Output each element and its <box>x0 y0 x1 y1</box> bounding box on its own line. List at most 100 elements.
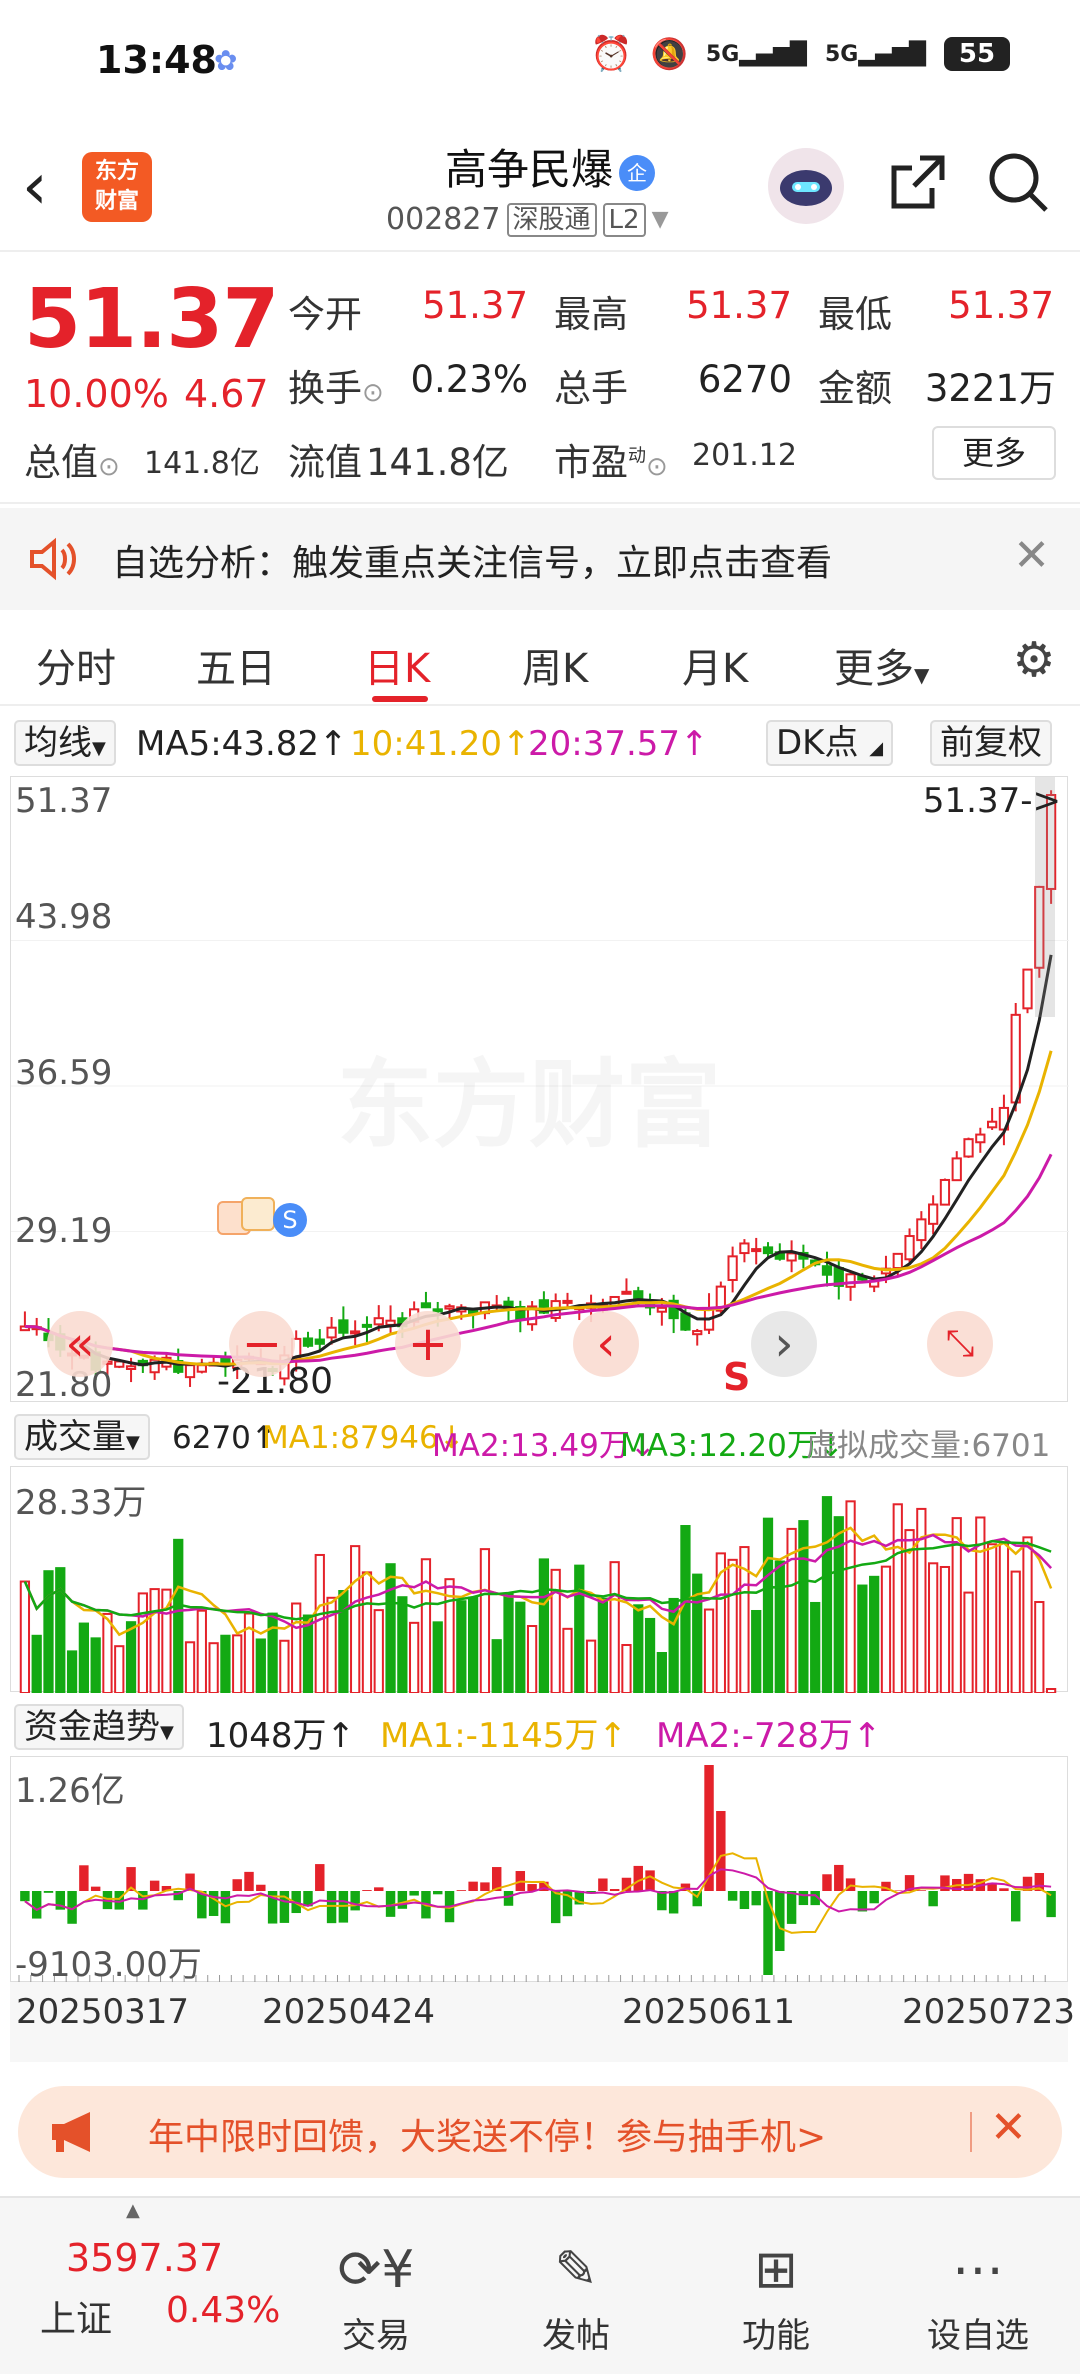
notice-text[interactable]: 自选分析：触发重点关注信号，立即点击查看 <box>112 534 832 586</box>
buy-signal-marker[interactable]: S <box>217 1197 307 1241</box>
adjust-selector[interactable]: 前复权 <box>930 720 1052 766</box>
volume-bar <box>821 1496 833 1693</box>
sell-signal-marker[interactable]: S <box>723 1355 750 1399</box>
volume-bar <box>515 1601 526 1693</box>
volume-bar <box>762 1517 774 1693</box>
zoom-out-left-icon[interactable]: « <box>47 1311 113 1377</box>
amount-value: 3221万 <box>924 367 1056 410</box>
candle <box>786 1252 797 1262</box>
fund-indicator-row: 资金趋势▼ 1048万↑ MA1:-1145万↑ MA2:-728万↑ <box>0 1702 1080 1756</box>
nav-functions[interactable]: ⊞ 功能 <box>706 2238 846 2357</box>
close-icon[interactable]: ✕ <box>990 2102 1027 2153</box>
fund-bar <box>90 1886 101 1891</box>
nav-add-watchlist[interactable]: ⋯ 设自选 <box>908 2238 1048 2357</box>
fund-ma1: MA1:-1145万↑ <box>380 1716 627 1756</box>
fund-bar <box>609 1889 620 1891</box>
volume-bar <box>90 1637 101 1693</box>
promo-text[interactable]: 年中限时回馈，大奖送不停！参与抽手机> <box>148 2108 826 2160</box>
volume-bar <box>196 1609 207 1693</box>
zoom-out-icon[interactable]: − <box>229 1311 295 1377</box>
stock-code: 002827 <box>386 202 501 237</box>
megaphone-icon <box>46 2108 106 2160</box>
tab-fenshi[interactable]: 分时 <box>36 636 116 694</box>
candle <box>373 1317 384 1326</box>
fund-bar <box>928 1891 938 1907</box>
volume-bar <box>208 1642 219 1693</box>
banner-divider <box>970 2112 972 2152</box>
ma5-value: MA5:43.82↑ <box>136 724 348 764</box>
dk-point-selector[interactable]: DK点 ◢ <box>766 720 894 766</box>
volume-bar <box>810 1601 821 1693</box>
turnover-value: 0.23% <box>410 358 528 401</box>
status-time: 13:48 <box>96 38 217 82</box>
x-date: 20250723 <box>902 1992 1076 2032</box>
ma-selector[interactable]: 均线▼ <box>14 720 116 766</box>
volume-bar <box>538 1558 550 1693</box>
volume-bar <box>503 1592 514 1693</box>
volume-bar <box>243 1612 255 1693</box>
amount-label: 金额 <box>818 367 892 410</box>
info-icon[interactable]: ⊙ <box>98 452 120 482</box>
volume-selector[interactable]: 成交量▼ <box>14 1414 150 1460</box>
move-right-icon[interactable]: › <box>751 1311 817 1377</box>
promo-banner[interactable]: 年中限时回馈，大奖送不停！参与抽手机> ✕ <box>18 2086 1062 2178</box>
candle <box>963 1138 974 1158</box>
expand-icon[interactable]: ▲ <box>126 2200 140 2221</box>
info-icon[interactable]: ⊙ <box>362 378 384 408</box>
stock-code-row[interactable]: 002827 深股通 L2 ▼ <box>386 202 669 237</box>
mktcap-label: 总值⊙ <box>24 441 120 484</box>
fund-bar <box>751 1891 761 1906</box>
volume-bar <box>279 1639 290 1693</box>
notice-bar[interactable]: 自选分析：触发重点关注信号，立即点击查看 ✕ <box>0 508 1080 610</box>
search-icon[interactable] <box>986 150 1050 214</box>
nav-post[interactable]: ✎ 发帖 <box>506 2238 646 2357</box>
fund-selector[interactable]: 资金趋势▼ <box>14 1704 184 1750</box>
volume-bar <box>102 1612 113 1693</box>
candle <box>986 1120 998 1129</box>
share-icon[interactable] <box>886 150 950 214</box>
nav-trade[interactable]: ⟳¥ 交易 <box>306 2238 446 2357</box>
kline-chart[interactable]: 东方财富 51.37 43.98 36.59 29.19 21.80 51.37… <box>10 776 1069 1405</box>
volume-bar <box>574 1564 585 1693</box>
volume-bar <box>409 1621 420 1693</box>
change-percent: 10.00% <box>24 372 169 416</box>
close-icon[interactable]: ✕ <box>1013 530 1050 581</box>
candle <box>302 1337 314 1347</box>
more-button[interactable]: 更多 <box>932 426 1056 480</box>
volume-bar <box>19 1580 31 1693</box>
volume-bar <box>939 1565 951 1693</box>
volume-bar <box>66 1650 78 1693</box>
fund-bar <box>692 1891 702 1907</box>
tab-more[interactable]: 更多▼ <box>834 636 929 694</box>
volume-bar <box>184 1641 196 1693</box>
tab-rik[interactable]: 日K <box>364 636 430 694</box>
fund-chart[interactable]: 1.26亿 -9103.00万 <box>10 1756 1068 1985</box>
stock-name: 高争民爆 <box>444 145 613 194</box>
volume-bar <box>479 1548 491 1693</box>
back-button[interactable]: ‹ <box>22 152 72 222</box>
index-name: 上证 <box>40 2299 113 2340</box>
gear-icon[interactable]: ⚙ <box>1006 632 1062 688</box>
candle <box>951 1157 962 1182</box>
assistant-avatar[interactable] <box>768 148 844 224</box>
fullscreen-icon[interactable]: ⤡ <box>927 1311 993 1377</box>
app-logo[interactable]: 东方 财富 <box>82 152 152 222</box>
volume-bar <box>680 1525 691 1693</box>
volume-bar <box>55 1567 66 1693</box>
index-widget[interactable]: ▲ 3597.37 上证 0.43% <box>0 2198 300 2374</box>
info-icon[interactable]: ⊙ <box>646 452 668 482</box>
volume-bar <box>78 1622 90 1693</box>
candle <box>751 1248 762 1253</box>
fund-y-max: 1.26亿 <box>15 1771 125 1811</box>
volume-bar <box>397 1596 408 1693</box>
zoom-in-icon[interactable]: + <box>395 1311 461 1377</box>
dropdown-icon[interactable]: ▼ <box>652 207 669 232</box>
move-left-icon[interactable]: ‹ <box>573 1311 639 1377</box>
enterprise-badge: 企 <box>619 154 655 191</box>
volume-chart[interactable]: 28.33万 <box>10 1466 1068 1693</box>
volume-bar <box>43 1570 54 1693</box>
tab-wuri[interactable]: 五日 <box>196 636 276 694</box>
tab-yuek[interactable]: 月K <box>682 636 748 694</box>
tab-zhouk[interactable]: 周K <box>522 636 588 694</box>
fund-bar <box>350 1891 360 1911</box>
